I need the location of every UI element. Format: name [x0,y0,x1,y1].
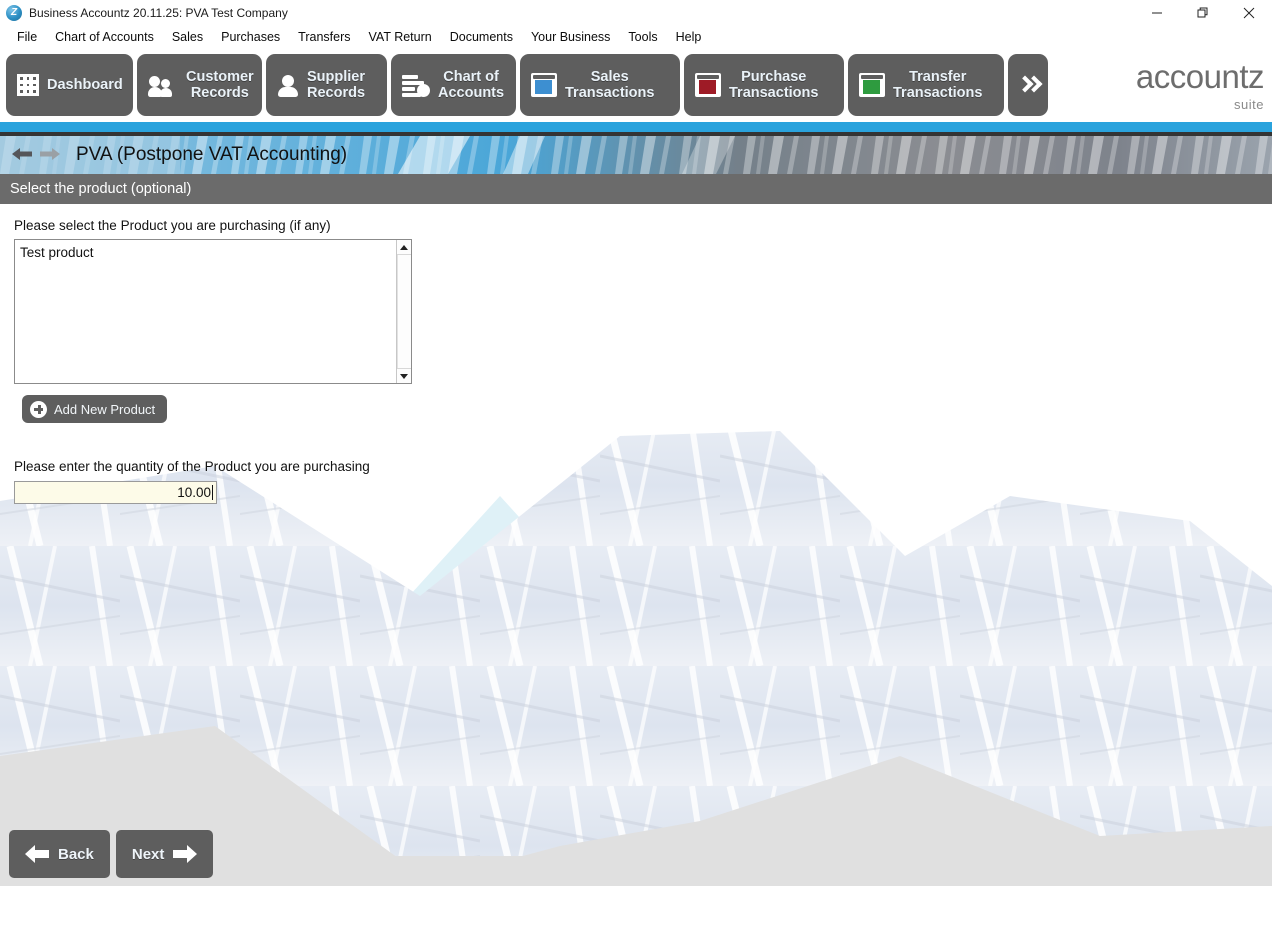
next-button[interactable]: Next [115,830,214,878]
menu-item-purchases[interactable]: Purchases [212,28,289,46]
toolbar-overflow-button[interactable] [1008,54,1048,116]
toolbar-label-coa-line2: Accounts [438,85,505,101]
toolbar-label-purchase-line1: Purchase [741,69,807,85]
brand-suffix: suite [1234,96,1264,112]
list-item[interactable]: Test product [20,244,391,262]
toolbar-label-customer-line2: Records [190,85,249,101]
next-button-label: Next [131,845,165,863]
toolbar-label-purchase-line2: Transactions [729,85,819,101]
two-people-icon [148,73,178,97]
toolbar-button-purchase-transactions[interactable]: Purchase Transactions [684,54,844,116]
text-caret [212,485,213,500]
double-chevron-right-icon [1019,77,1037,93]
menu-item-transfers[interactable]: Transfers [289,28,359,46]
add-new-product-button[interactable]: Add New Product [22,395,168,423]
wizard-footer: Back Next [0,822,1272,886]
toolbar-button-dashboard[interactable]: Dashboard [6,54,133,116]
add-new-product-label: Add New Product [54,401,156,417]
product-list-scrollbar[interactable] [396,240,411,383]
toolbar-label-dashboard: Dashboard [47,77,123,93]
menu-item-help[interactable]: Help [667,28,711,46]
product-form: Please select the Product you are purcha… [0,204,1272,504]
bar-chart-icon [402,73,430,97]
green-book-icon [859,73,885,97]
step-subheader-text: Select the product (optional) [10,181,192,197]
window-controls [1134,0,1272,26]
back-fat-arrow-icon [25,845,49,863]
accountz-z-icon: Z [6,4,22,21]
brand-name: accountz [1135,57,1265,95]
title-bar: Z Business Accountz 20.11.25: PVA Test C… [0,0,1272,26]
menu-item-file[interactable]: File [8,28,46,46]
quantity-label: Please enter the quantity of the Product… [14,459,370,474]
toolbar-button-transfer-transactions[interactable]: Transfer Transactions [848,54,1004,116]
menu-item-documents[interactable]: Documents [441,28,522,46]
toolbar-label-transfer-line1: Transfer [909,69,967,85]
step-subheader: Select the product (optional) [0,174,1272,204]
toolbar-label-transfer-line2: Transactions [893,85,983,101]
back-arrow-icon[interactable] [12,147,34,163]
page-title: PVA (Postpone VAT Accounting) [76,144,348,165]
red-book-icon [695,73,721,97]
accountz-logo: accountz suite [1135,57,1265,112]
main-toolbar: Dashboard Customer Records Supplier Reco… [0,48,1272,122]
grid-icon [17,74,39,96]
toolbar-button-customer-records[interactable]: Customer Records [137,54,262,116]
menu-item-vat-return[interactable]: VAT Return [360,28,441,46]
toolbar-label-supplier-line2: Records [307,85,366,101]
person-icon [277,73,299,97]
scroll-up-icon[interactable] [397,240,411,255]
menu-bar: File Chart of Accounts Sales Purchases T… [0,26,1272,48]
forward-arrow-icon[interactable] [38,147,60,163]
minimize-icon[interactable] [1134,0,1180,26]
scroll-down-icon[interactable] [397,368,411,383]
quantity-input[interactable]: 10.00 [14,481,217,504]
accent-rule [0,122,1272,132]
back-button-label: Back [58,845,94,863]
menu-item-tools[interactable]: Tools [619,28,666,46]
close-icon[interactable] [1226,0,1272,26]
product-select-label: Please select the Product you are purcha… [14,218,331,233]
scroll-track[interactable] [397,255,411,368]
product-list-items: Test product [15,240,396,383]
toolbar-button-sales-transactions[interactable]: Sales Transactions [520,54,680,116]
toolbar-label-sales-line1: Sales [590,69,629,85]
toolbar-label-coa-line1: Chart of [443,69,499,85]
toolbar-button-supplier-records[interactable]: Supplier Records [266,54,387,116]
back-button[interactable]: Back [9,830,110,878]
toolbar-button-chart-of-accounts[interactable]: Chart of Accounts [391,54,516,116]
toolbar-label-sales-line2: Transactions [565,85,655,101]
window-title: Business Accountz 20.11.25: PVA Test Com… [29,5,288,20]
product-listbox[interactable]: Test product [14,239,412,384]
page-banner: PVA (Postpone VAT Accounting) [0,136,1272,174]
menu-item-sales[interactable]: Sales [163,28,212,46]
menu-item-chart-of-accounts[interactable]: Chart of Accounts [46,28,163,46]
restore-icon[interactable] [1180,0,1226,26]
menu-item-your-business[interactable]: Your Business [522,28,619,46]
content-area: Please select the Product you are purcha… [0,204,1272,886]
blue-book-icon [531,73,557,97]
application-window: Z Business Accountz 20.11.25: PVA Test C… [0,0,1272,934]
toolbar-label-customer-line1: Customer [186,69,254,85]
plus-circle-icon [30,400,47,418]
next-fat-arrow-icon [173,845,198,863]
toolbar-label-supplier-line1: Supplier [307,69,366,85]
quantity-value: 10.00 [177,485,211,500]
